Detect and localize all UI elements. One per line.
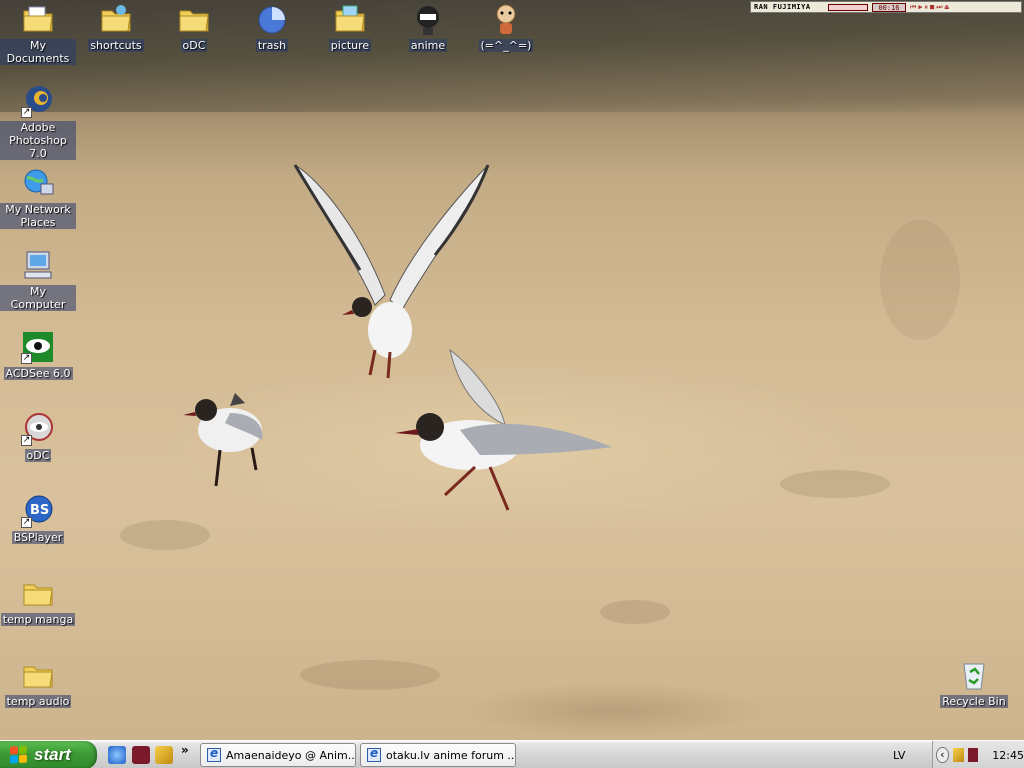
system-tray: ‹ 12:45 xyxy=(932,741,1024,768)
desktop-icon-label: Recycle Bin xyxy=(940,695,1008,708)
desktop-icon-label: temp manga xyxy=(0,613,76,626)
desktop-icon-label: oDC xyxy=(24,449,52,462)
walking-seagull-right xyxy=(395,348,612,511)
standing-seagull-left xyxy=(183,393,263,487)
player-time: 00:16 xyxy=(872,2,906,12)
ie-page-icon xyxy=(207,746,221,762)
ie-page-icon xyxy=(367,746,381,762)
desktop-icon-odc[interactable]: ↗ oDC xyxy=(0,412,76,462)
folder-icon xyxy=(21,576,55,610)
clock: 12:45 xyxy=(992,748,1024,762)
desktop-icon-label: temp audio xyxy=(4,695,72,708)
desktop-icon-cat[interactable]: (=^_^=) xyxy=(468,2,544,52)
trash-pie-icon xyxy=(255,2,289,36)
desktop-icon-label: shortcuts xyxy=(88,39,144,52)
desktop-icon-label: (=^_^=) xyxy=(478,39,534,52)
desktop-icon-bsplayer[interactable]: BS ↗ BSPlayer xyxy=(0,494,76,544)
bsplayer-icon: BS ↗ xyxy=(21,494,55,528)
folder-icon xyxy=(177,2,211,36)
recycle-bin-icon xyxy=(957,658,991,692)
desktop-icon-my-computer[interactable]: My Computer xyxy=(0,248,76,311)
desktop-icon-network-places[interactable]: My Network Places xyxy=(0,166,76,229)
desktop-icon-label: picture xyxy=(328,39,372,52)
desktop-icon-label: anime xyxy=(408,39,448,52)
play-icon[interactable]: ▶ xyxy=(918,3,922,12)
odc-eye-icon: ↗ xyxy=(21,412,55,446)
desktop-icon-label: trash xyxy=(255,39,289,52)
shortcut-arrow-icon: ↗ xyxy=(21,107,32,118)
my-computer-icon xyxy=(21,248,55,282)
shortcut-arrow-icon: ↗ xyxy=(21,435,32,446)
network-places-icon xyxy=(21,166,55,200)
desktop-icon-photoshop[interactable]: ↗ Adobe Photoshop 7.0 xyxy=(0,84,76,160)
desktop-icon-label: My Documents xyxy=(0,39,76,65)
photoshop-icon: ↗ xyxy=(21,84,55,118)
anime-character-icon xyxy=(411,2,445,36)
next-icon[interactable]: ⏭ xyxy=(936,3,942,12)
desktop-icon-my-documents[interactable]: My Documents xyxy=(0,2,76,65)
eject-icon[interactable]: ⏏ xyxy=(945,3,949,12)
cat-face-icon xyxy=(489,2,523,36)
desktop-icon-odc-folder[interactable]: oDC xyxy=(156,2,232,52)
player-track-title: RAN FUJIMIYA xyxy=(754,3,811,11)
sand-footprint xyxy=(780,470,890,498)
task-label: otaku.lv anime forum ... xyxy=(386,748,516,762)
app-tray-icon[interactable] xyxy=(967,748,979,762)
folder-icon xyxy=(21,658,55,692)
shortcut-arrow-icon: ↗ xyxy=(21,517,32,528)
start-button[interactable]: start xyxy=(0,741,97,768)
prev-icon[interactable]: ⏮ xyxy=(910,3,916,12)
sand-track xyxy=(880,220,960,340)
desktop-icon-anime[interactable]: anime xyxy=(390,2,466,52)
windows-flag-icon xyxy=(10,745,28,764)
task-button-amaenaideyo[interactable]: Amaenaideyo @ Anim... xyxy=(200,743,356,767)
task-button-otaku-forum[interactable]: otaku.lv anime forum ... xyxy=(360,743,516,767)
desktop-icon-label: My Computer xyxy=(0,285,76,311)
player-controls: ⏮ ▶ ⏸ ■ ⏭ ⏏ xyxy=(910,3,949,12)
desktop-icon-picture[interactable]: picture xyxy=(312,2,388,52)
sand-footprint xyxy=(600,600,670,624)
task-label: Amaenaideyo @ Anim... xyxy=(226,748,356,762)
start-label: start xyxy=(34,745,71,764)
folder-shortcuts-icon xyxy=(99,2,133,36)
desktop-wallpaper xyxy=(0,0,1024,740)
picture-folder-icon xyxy=(333,2,367,36)
desktop-icon-recycle-bin[interactable]: Recycle Bin xyxy=(936,658,1012,708)
desktop-icon-temp-audio[interactable]: temp audio xyxy=(0,658,76,708)
player-progress-bar[interactable] xyxy=(828,3,868,11)
desktop-icon-label: Adobe Photoshop 7.0 xyxy=(0,121,76,160)
sand-footprint xyxy=(120,520,210,550)
pencil-icon[interactable] xyxy=(952,748,964,762)
language-indicator[interactable]: LV xyxy=(893,749,905,762)
pause-icon[interactable]: ⏸ xyxy=(925,3,929,12)
desktop-icon-label: ACDSee 6.0 xyxy=(3,367,73,380)
media-player-bar[interactable]: RAN FUJIMIYA 00:16 ⏮ ▶ ⏸ ■ ⏭ ⏏ xyxy=(750,1,1022,13)
desktop-icon-label: oDC xyxy=(180,39,208,52)
sand-footprint xyxy=(300,660,440,690)
svg-text:BS: BS xyxy=(30,503,49,518)
taskbar: start » Amaenaideyo @ Anim... otaku.lv a… xyxy=(0,740,1024,768)
my-documents-icon xyxy=(21,2,55,36)
desktop-icon-trash[interactable]: trash xyxy=(234,2,310,52)
quick-launch-more-button[interactable]: » xyxy=(181,743,189,757)
internet-explorer-icon[interactable] xyxy=(108,746,126,764)
pencil-icon[interactable] xyxy=(155,746,173,764)
tray-expand-icon[interactable]: ‹ xyxy=(936,747,949,763)
desktop-icon-label: My Network Places xyxy=(0,203,76,229)
desktop-icon-shortcuts[interactable]: shortcuts xyxy=(78,2,154,52)
desktop-icon-acdsee[interactable]: ↗ ACDSee 6.0 xyxy=(0,330,76,380)
stop-icon[interactable]: ■ xyxy=(930,3,934,12)
acdsee-icon: ↗ xyxy=(21,330,55,364)
app-icon[interactable] xyxy=(132,746,150,764)
shortcut-arrow-icon: ↗ xyxy=(21,353,32,364)
desktop-icon-label: BSPlayer xyxy=(11,531,65,544)
desktop-icon-temp-manga[interactable]: temp manga xyxy=(0,576,76,626)
